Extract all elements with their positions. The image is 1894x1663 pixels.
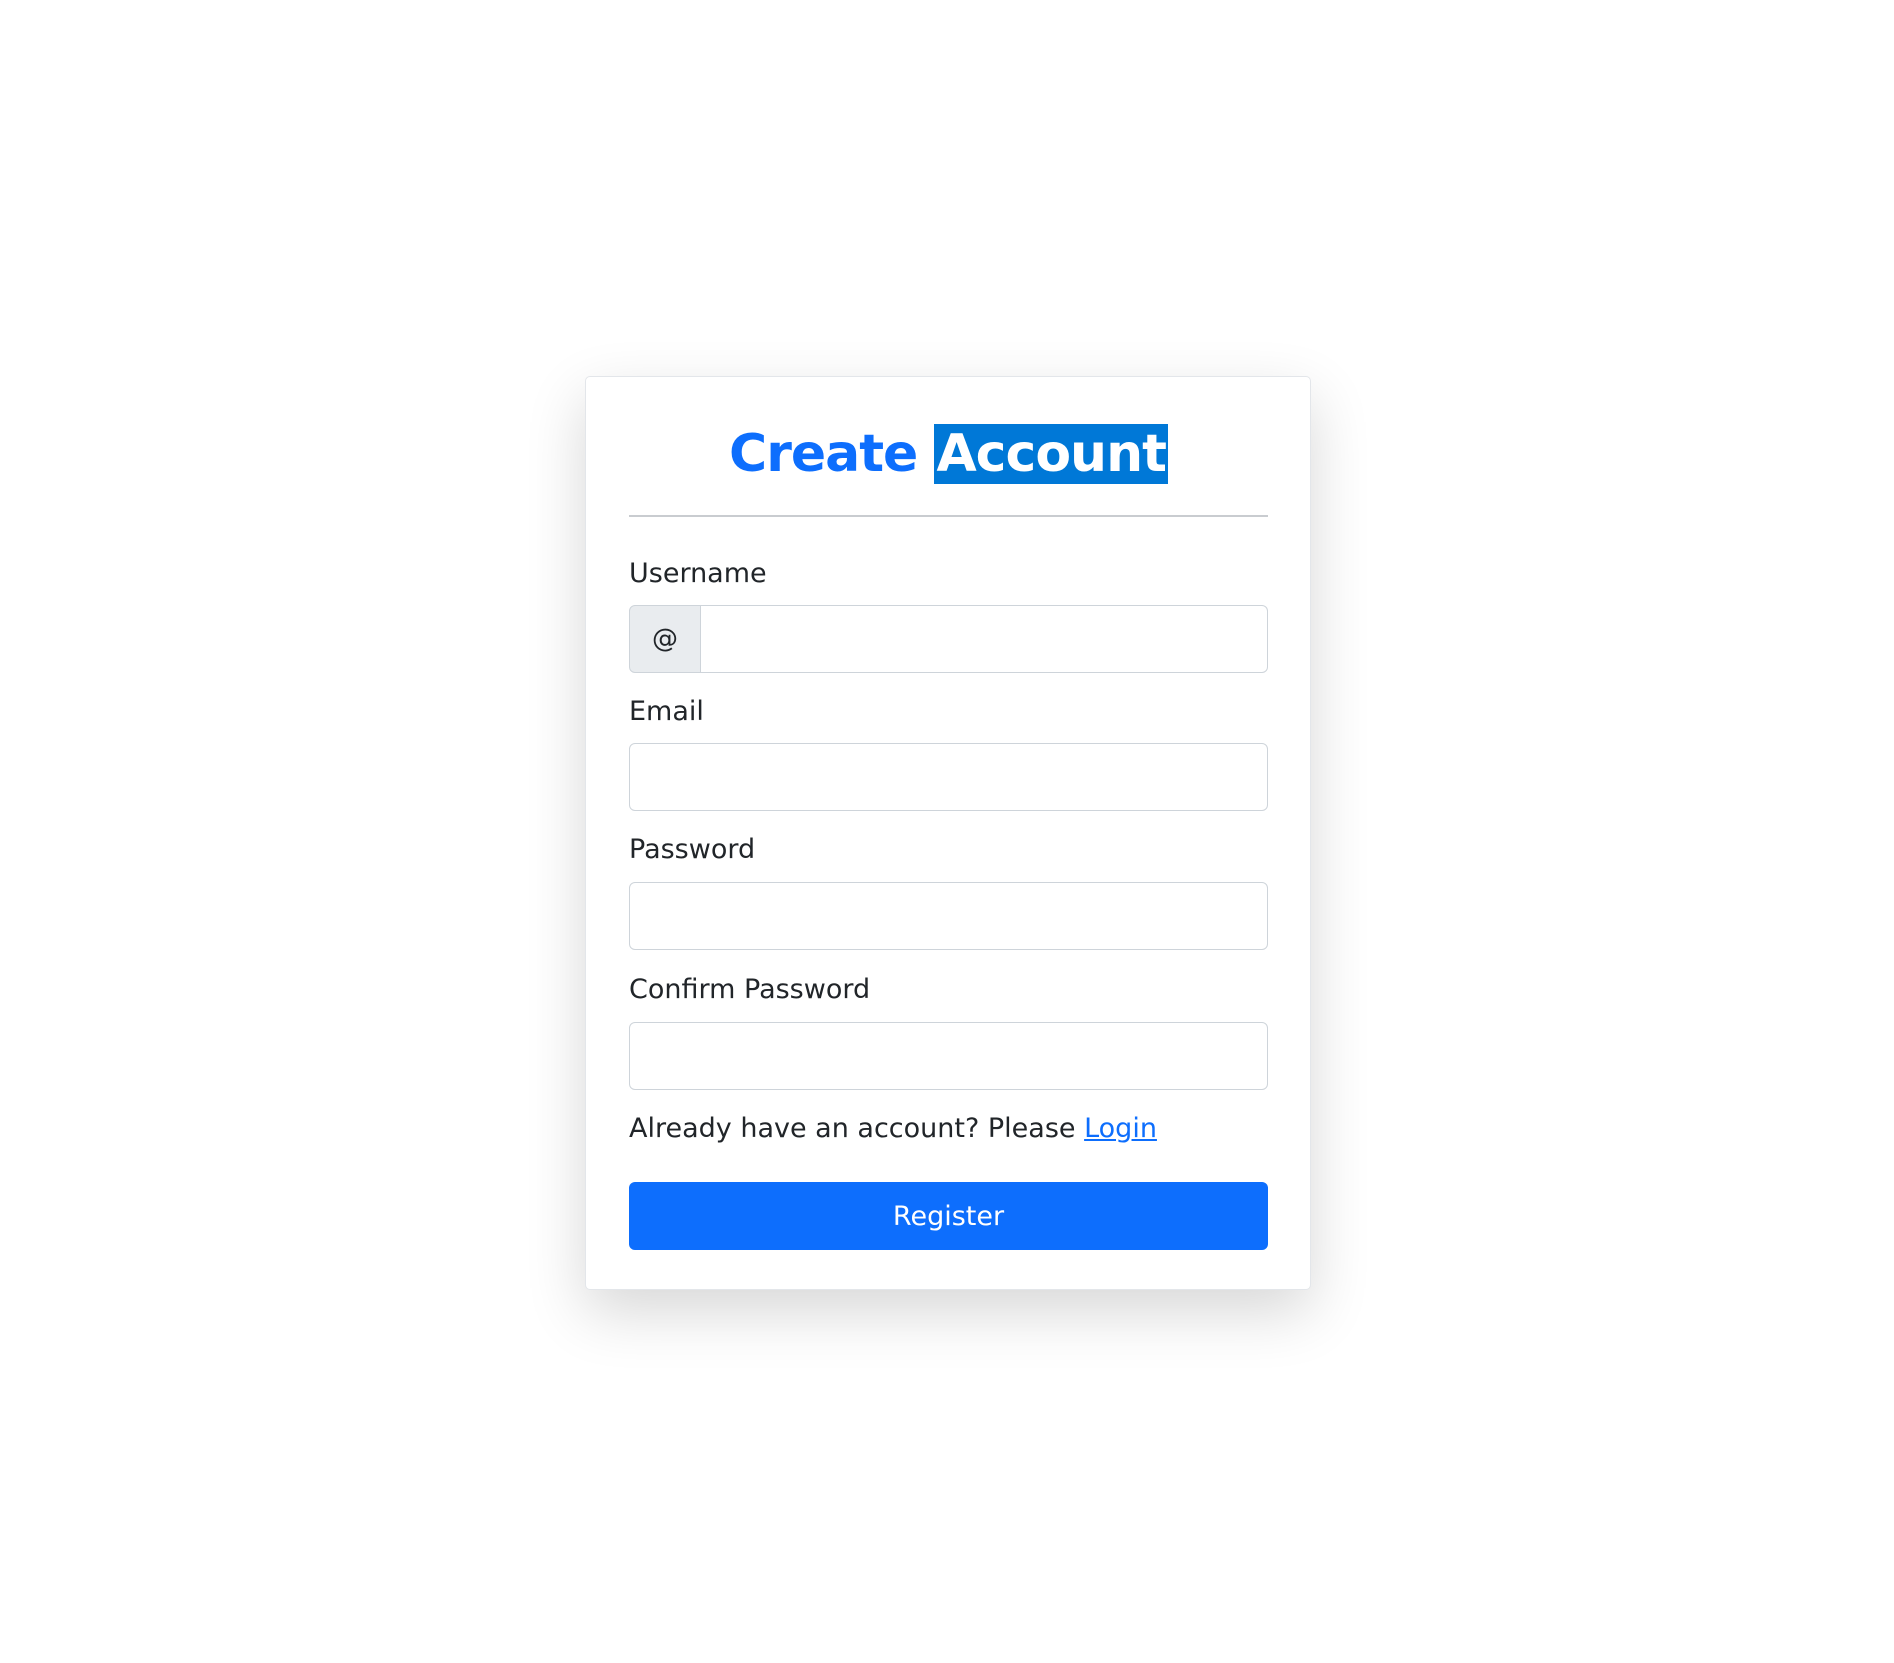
register-button[interactable]: Register	[629, 1182, 1268, 1250]
title-divider	[629, 515, 1268, 517]
username-input[interactable]	[701, 605, 1268, 673]
page-title: Create Account	[629, 414, 1268, 494]
register-card: Create Account Username @ Email Password…	[585, 376, 1311, 1290]
at-sign-addon: @	[629, 605, 701, 673]
confirm-password-input[interactable]	[629, 1022, 1268, 1090]
email-label: Email	[629, 696, 704, 727]
password-input[interactable]	[629, 882, 1268, 950]
username-label: Username	[629, 558, 767, 589]
login-prompt: Already have an account? Please Login	[629, 1112, 1157, 1146]
username-input-group: @	[629, 605, 1268, 673]
title-word-account-selected: Account	[934, 424, 1168, 484]
email-input[interactable]	[629, 743, 1268, 811]
login-prompt-text: Already have an account? Please	[629, 1113, 1085, 1144]
login-link[interactable]: Login	[1084, 1113, 1157, 1144]
confirm-password-label: Confirm Password	[629, 974, 871, 1005]
password-label: Password	[629, 834, 756, 865]
title-word-create: Create	[729, 424, 918, 484]
